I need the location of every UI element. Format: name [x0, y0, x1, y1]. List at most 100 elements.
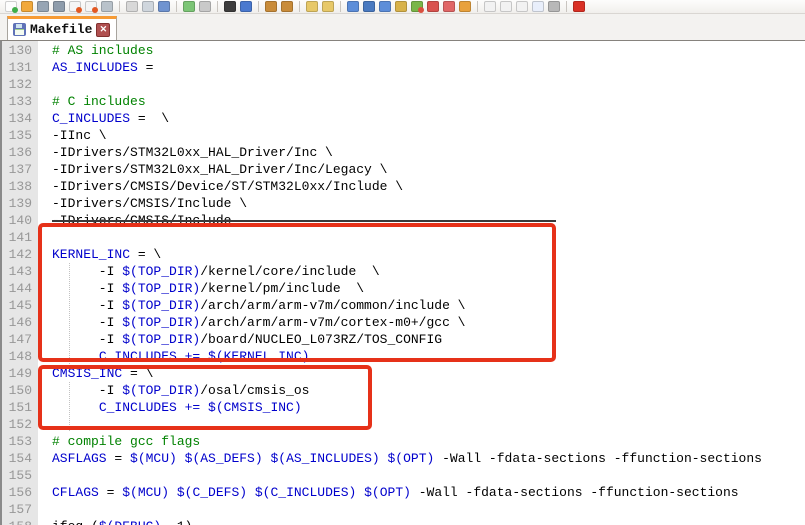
forward-link-icon[interactable] [322, 1, 334, 12]
code-line[interactable]: 158ifeq ($(DEBUG), 1) [2, 518, 805, 525]
line-number: 156 [2, 484, 38, 501]
eraser-icon[interactable] [443, 1, 455, 12]
code-line[interactable]: 139-IDrivers/CMSIS/Include \ [2, 195, 805, 212]
save-all-icon[interactable] [53, 1, 65, 12]
code-line[interactable]: 133# C includes [2, 93, 805, 110]
copy-icon[interactable] [142, 1, 154, 12]
code-line[interactable]: 138-IDrivers/CMSIS/Device/ST/STM32L0xx/I… [2, 178, 805, 195]
code-text: ifeq ($(DEBUG), 1) [38, 518, 192, 525]
close-file-icon[interactable] [69, 1, 81, 12]
tab-makefile[interactable]: Makefile ✕ [7, 16, 117, 40]
code-line[interactable]: 132 [2, 76, 805, 93]
line-number: 143 [2, 263, 38, 280]
toolbar-separator [566, 1, 567, 12]
toolbar-separator [119, 1, 120, 12]
window-pane-4-icon[interactable] [532, 1, 544, 12]
line-number: 140 [2, 212, 38, 229]
toolbar [0, 0, 805, 14]
open-folder-icon[interactable] [21, 1, 33, 12]
save-icon[interactable] [37, 1, 49, 12]
window-pane-5-icon[interactable] [548, 1, 560, 12]
syntax-marker-icon[interactable] [573, 1, 585, 12]
line-number: 145 [2, 297, 38, 314]
code-text: -IDrivers/CMSIS/Device/ST/STM32L0xx/Incl… [38, 178, 403, 195]
pause-icon[interactable] [363, 1, 375, 12]
code-text [38, 467, 52, 484]
code-line[interactable]: 157 [2, 501, 805, 518]
line-number: 144 [2, 280, 38, 297]
print-icon[interactable] [101, 1, 113, 12]
line-number: 132 [2, 76, 38, 93]
window-pane-1-icon[interactable] [484, 1, 496, 12]
badge-dot [76, 7, 82, 13]
line-number: 155 [2, 467, 38, 484]
bold-glyph-icon[interactable] [224, 1, 236, 12]
code-text: -IInc \ [38, 127, 107, 144]
line-number: 133 [2, 93, 38, 110]
line-number: 142 [2, 246, 38, 263]
code-line[interactable]: 153# compile gcc flags [2, 433, 805, 450]
window-pane-2-icon[interactable] [500, 1, 512, 12]
code-line[interactable]: 131AS_INCLUDES = [2, 59, 805, 76]
code-text: -IDrivers/STM32L0xx_HAL_Driver/Inc/Legac… [38, 161, 387, 178]
badge-dot [12, 7, 18, 13]
line-number: 146 [2, 314, 38, 331]
line-number: 141 [2, 229, 38, 246]
toolbar-separator [176, 1, 177, 12]
toolbar-separator [299, 1, 300, 12]
back-link-icon[interactable] [306, 1, 318, 12]
font-style-icon[interactable] [240, 1, 252, 12]
line-number: 148 [2, 348, 38, 365]
error-doc-icon[interactable] [427, 1, 439, 12]
bookmark-icon[interactable] [395, 1, 407, 12]
chat-bubble-icon[interactable] [199, 1, 211, 12]
save-file-icon [13, 23, 26, 36]
code-text [38, 501, 52, 518]
line-number: 149 [2, 365, 38, 382]
window-layout-icon[interactable] [379, 1, 391, 12]
line-number: 130 [2, 42, 38, 59]
underline-rule [52, 220, 556, 222]
code-line[interactable]: 137-IDrivers/STM32L0xx_HAL_Driver/Inc/Le… [2, 161, 805, 178]
code-line[interactable]: 156CFLAGS = $(MCU) $(C_DEFS) $(C_INCLUDE… [2, 484, 805, 501]
code-text [38, 76, 52, 93]
new-window-icon[interactable] [347, 1, 359, 12]
tab-bar: Makefile ✕ [0, 14, 805, 40]
line-number: 138 [2, 178, 38, 195]
redo-icon[interactable] [281, 1, 293, 12]
line-number: 150 [2, 382, 38, 399]
code-text: -IDrivers/CMSIS/Include \ [38, 195, 247, 212]
close-all-files-icon[interactable] [85, 1, 97, 12]
code-line[interactable]: 135-IInc \ [2, 127, 805, 144]
code-text: C_INCLUDES = \ [38, 110, 169, 127]
code-line[interactable]: 134C_INCLUDES = \ [2, 110, 805, 127]
highlight-icon[interactable] [459, 1, 471, 12]
undo-icon[interactable] [265, 1, 277, 12]
toolbar-separator [340, 1, 341, 12]
paste-icon[interactable] [158, 1, 170, 12]
line-number: 152 [2, 416, 38, 433]
line-number: 158 [2, 518, 38, 525]
window-pane-3-icon[interactable] [516, 1, 528, 12]
chart-icon[interactable] [411, 1, 423, 12]
code-line[interactable]: 130# AS includes [2, 42, 805, 59]
code-line[interactable]: 155 [2, 467, 805, 484]
line-number: 136 [2, 144, 38, 161]
line-number: 134 [2, 110, 38, 127]
line-number: 131 [2, 59, 38, 76]
cut-icon[interactable] [126, 1, 138, 12]
new-file-icon[interactable] [5, 1, 17, 12]
code-line[interactable]: 136-IDrivers/STM32L0xx_HAL_Driver/Inc \ [2, 144, 805, 161]
code-line[interactable]: 154ASFLAGS = $(MCU) $(AS_DEFS) $(AS_INCL… [2, 450, 805, 467]
comment-bubble-icon[interactable] [183, 1, 195, 12]
tab-label: Makefile [30, 22, 92, 37]
code-text: # C includes [38, 93, 146, 110]
toolbar-separator [477, 1, 478, 12]
line-number: 147 [2, 331, 38, 348]
editor-pane[interactable]: 130# AS includes131AS_INCLUDES =132133# … [0, 40, 805, 525]
code-text: AS_INCLUDES = [38, 59, 153, 76]
close-tab-icon[interactable]: ✕ [96, 23, 110, 37]
line-number: 137 [2, 161, 38, 178]
badge-dot [418, 7, 424, 13]
code-text: ASFLAGS = $(MCU) $(AS_DEFS) $(AS_INCLUDE… [38, 450, 762, 467]
